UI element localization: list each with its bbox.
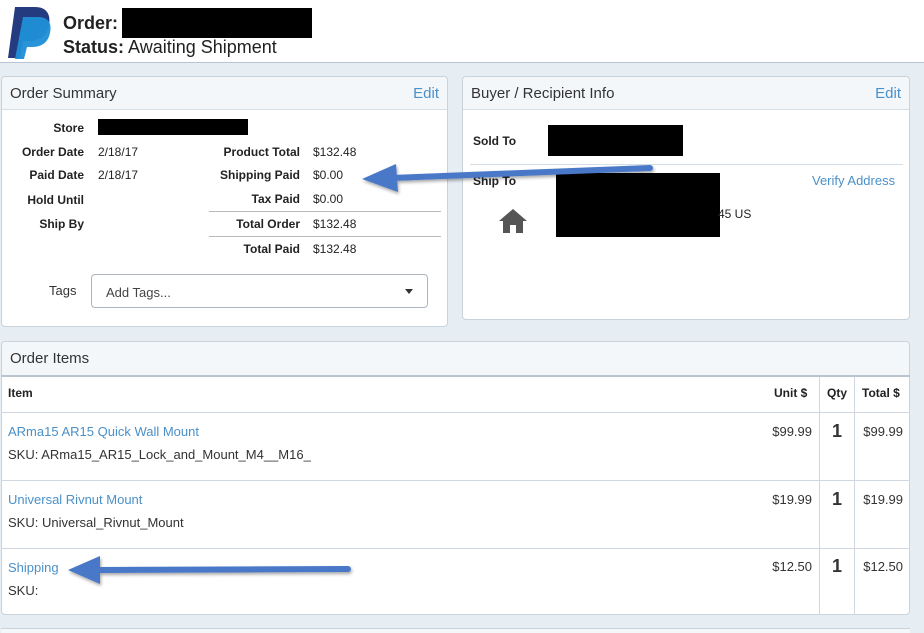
item-link[interactable]: Universal Rivnut Mount (8, 492, 142, 507)
item-sku: SKU: Universal_Rivnut_Mount (8, 515, 184, 530)
redacted-sold-to (548, 125, 683, 156)
row-divider (1, 412, 910, 413)
ship-to-label: Ship To (473, 174, 517, 188)
item-unit-price: $99.99 (772, 424, 812, 439)
hold-until-label: Hold Until (27, 193, 84, 207)
item-total: $99.99 (863, 424, 903, 439)
order-label: Order: (63, 12, 119, 33)
order-number: Order: (63, 8, 313, 38)
product-total-value: $132.48 (313, 145, 357, 159)
item-sku: SKU: ARma15_AR15_Lock_and_Mount_M4__M16_ (8, 447, 311, 462)
bottom-panel-edge (1, 628, 910, 633)
redacted-store (98, 119, 248, 135)
verify-address-link[interactable]: Verify Address (812, 173, 895, 188)
item-qty: 1 (831, 489, 842, 509)
store-label: Store (53, 121, 84, 135)
buyer-divider (470, 164, 903, 165)
table-header-border (1, 375, 910, 377)
paid-date-label: Paid Date (29, 168, 84, 182)
shipping-paid-label: Shipping Paid (220, 168, 300, 182)
order-summary-edit-link[interactable]: Edit (413, 85, 439, 102)
product-total-label: Product Total (223, 145, 300, 159)
caret-down-icon (405, 289, 413, 294)
redacted-order-id (122, 8, 313, 38)
house-icon (499, 209, 527, 233)
item-qty: 1 (831, 421, 842, 441)
tax-paid-value: $0.00 (313, 192, 344, 206)
tax-paid-label: Tax Paid (251, 192, 300, 206)
tags-label: Tags (49, 283, 77, 298)
row-divider (1, 480, 910, 481)
panel-title: Order Summary (10, 84, 117, 102)
status-value: Awaiting Shipment (128, 37, 277, 57)
item-unit-price: $19.99 (772, 492, 812, 507)
item-qty: 1 (831, 556, 842, 576)
total-order-label: Total Order (236, 217, 300, 231)
item-sku: SKU: (8, 583, 39, 598)
item-link[interactable]: ARma15 AR15 Quick Wall Mount (8, 424, 199, 439)
order-status: Status: Awaiting Shipment (63, 37, 277, 58)
tags-placeholder: Add Tags... (106, 285, 171, 300)
redacted-ship-address (556, 173, 720, 237)
order-header: Order: Status: Awaiting Shipment (0, 0, 924, 63)
ship-by-label: Ship By (39, 217, 84, 231)
sold-to-label: Sold To (473, 134, 517, 148)
panel-title: Order Items (10, 350, 90, 367)
panel-title: Buyer / Recipient Info (471, 84, 615, 102)
order-items-header: Order Items (2, 342, 909, 376)
order-date-value: 2/18/17 (98, 145, 139, 159)
shipping-paid-value: $0.00 (313, 168, 344, 182)
total-paid-label: Total Paid (243, 242, 300, 256)
item-total: $12.50 (863, 559, 903, 574)
column-header-qty: Qty (827, 386, 848, 400)
column-divider (854, 377, 855, 615)
status-label: Status: (63, 37, 125, 57)
paypal-logo-icon (8, 7, 51, 59)
column-header-unit: Unit $ (774, 386, 808, 400)
summary-divider (209, 211, 441, 212)
item-unit-price: $12.50 (772, 559, 812, 574)
buyer-edit-link[interactable]: Edit (875, 85, 901, 102)
total-order-value: $132.48 (313, 217, 357, 231)
order-date-label: Order Date (21, 145, 84, 159)
column-header-item: Item (8, 386, 33, 400)
item-total: $19.99 (863, 492, 903, 507)
buyer-header: Buyer / Recipient Info Edit (463, 77, 909, 110)
item-link[interactable]: Shipping (8, 560, 59, 575)
paid-date-value: 2/18/17 (98, 168, 139, 182)
tags-select[interactable]: Add Tags... (91, 274, 428, 308)
column-header-total: Total $ (862, 386, 900, 400)
order-summary-header: Order Summary Edit (2, 77, 447, 110)
summary-divider (209, 236, 441, 237)
row-divider (1, 548, 910, 549)
address-tail: 45 US (718, 207, 752, 221)
total-paid-value: $132.48 (313, 242, 357, 256)
